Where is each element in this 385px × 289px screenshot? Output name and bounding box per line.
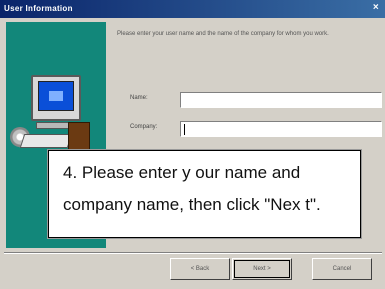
setup-dialog-window: User Information × Please enter your use… — [0, 0, 385, 289]
company-field[interactable] — [180, 121, 382, 137]
button-divider — [4, 252, 382, 254]
back-button[interactable]: < Back — [170, 258, 230, 280]
intro-instructions: Please enter your user name and the name… — [117, 31, 329, 37]
instruction-callout: 4. Please enter y our name and company n… — [48, 150, 361, 238]
company-label: Company: — [130, 124, 158, 130]
monitor-screen — [38, 81, 74, 111]
next-button[interactable]: Next > — [232, 258, 292, 280]
callout-line-2: company name, then click "Nex t". — [63, 195, 321, 214]
close-icon[interactable]: × — [369, 1, 383, 15]
cancel-button[interactable]: Cancel — [312, 258, 372, 280]
name-label: Name: — [130, 95, 148, 101]
title-bar: User Information × — [0, 0, 385, 18]
keyboard-icon — [19, 134, 73, 148]
screen-window-icon — [49, 91, 63, 101]
text-caret — [184, 124, 185, 135]
name-field[interactable] — [180, 92, 382, 108]
window-title: User Information — [4, 4, 73, 13]
callout-line-1: 4. Please enter y our name and — [63, 163, 301, 182]
computer-monitor-icon — [31, 75, 81, 121]
